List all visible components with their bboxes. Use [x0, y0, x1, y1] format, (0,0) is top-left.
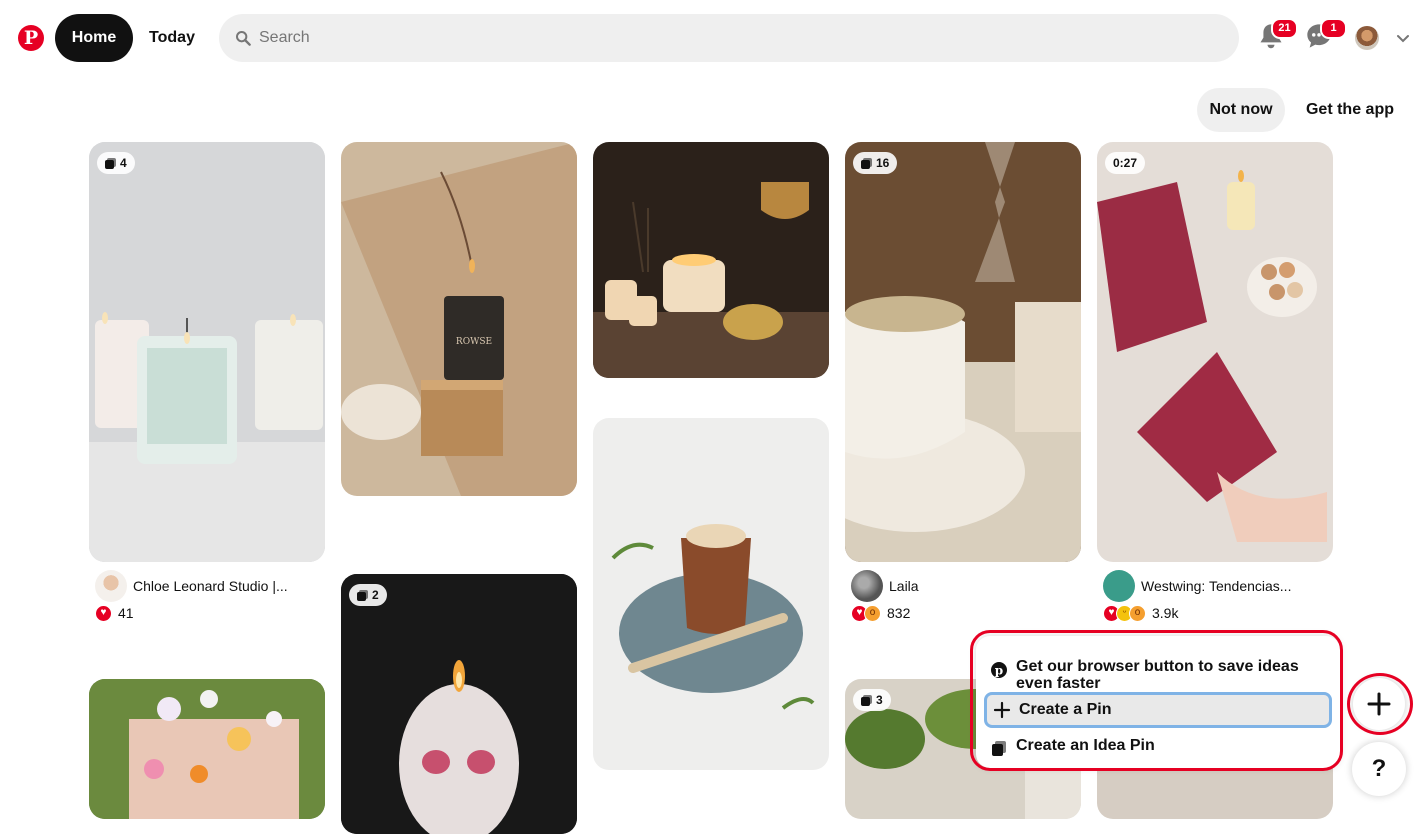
reaction-count: 3.9k [1152, 605, 1179, 621]
pin-badge-text: 2 [372, 588, 379, 602]
create-button[interactable] [1353, 678, 1405, 730]
profile-avatar[interactable] [1355, 26, 1379, 50]
video-duration-badge: 0:27 [1105, 152, 1146, 174]
search-icon [236, 31, 251, 46]
pin-badge-text: 0:27 [1113, 156, 1138, 170]
heart-reaction-icon: ♥ [95, 604, 112, 622]
help-button[interactable]: ? [1352, 742, 1406, 796]
pin-badge-text: 3 [876, 693, 883, 707]
author-name[interactable]: Laila [889, 578, 919, 594]
reaction-count: 832 [887, 605, 911, 621]
wow-reaction-icon: o [864, 604, 881, 622]
pin-count-badge: 4 [97, 152, 135, 174]
pin-card[interactable]: ROWSE [341, 142, 577, 496]
author-avatar[interactable] [95, 570, 127, 602]
author-name[interactable]: Chloe Leonard Studio |... [133, 578, 288, 594]
pin-count-badge: 2 [349, 584, 387, 606]
pin-image [593, 142, 829, 378]
messages-badge: 1 [1320, 18, 1347, 39]
create-pin-label: Create a Pin [1019, 701, 1112, 718]
top-nav-bar: P Home Today 21 1 [0, 0, 1423, 76]
pin-card[interactable]: 2 [341, 574, 577, 834]
pinterest-icon: p [991, 662, 1007, 678]
multi-image-icon [861, 157, 872, 169]
pin-card[interactable] [593, 418, 829, 770]
pin-badge-text: 4 [120, 156, 127, 170]
pin-card[interactable]: 16 [845, 142, 1081, 562]
reactions: ♥ ᵕ o 3.9k [1103, 604, 1178, 622]
chevron-down-icon[interactable] [1395, 30, 1411, 46]
multi-image-icon [105, 157, 116, 169]
create-menu: p Get our browser button to save ideas e… [976, 636, 1340, 768]
pin-count-badge: 3 [853, 689, 891, 711]
pinterest-logo-icon[interactable]: P [18, 25, 44, 51]
home-button[interactable]: Home [55, 14, 133, 62]
plus-icon [993, 701, 1011, 719]
search-input[interactable] [259, 14, 1219, 62]
reactions: ♥ o 832 [851, 604, 910, 622]
author-avatar[interactable] [1103, 570, 1135, 602]
get-the-app-button[interactable]: Get the app [1295, 88, 1405, 132]
pin-image [593, 418, 829, 770]
svg-text:p: p [995, 664, 1003, 678]
pin-card[interactable]: 0:27 [1097, 142, 1333, 562]
multi-image-icon [357, 589, 368, 601]
pin-card[interactable] [89, 679, 325, 819]
author-name[interactable]: Westwing: Tendencias... [1141, 578, 1291, 594]
pin-image [1097, 142, 1333, 562]
pin-image [845, 142, 1081, 562]
wow-reaction-icon: o [1129, 604, 1146, 622]
pin-count-badge: 16 [853, 152, 898, 174]
browser-button-item[interactable]: p Get our browser button to save ideas e… [984, 658, 1332, 692]
search-bar[interactable] [219, 14, 1239, 62]
plus-icon [1367, 692, 1391, 716]
not-now-button[interactable]: Not now [1197, 88, 1285, 132]
pin-badge-text: 16 [876, 156, 890, 170]
notifications-badge: 21 [1271, 18, 1298, 39]
browser-button-label: Get our browser button to save ideas eve… [1016, 658, 1299, 692]
svg-text:ROWSE: ROWSE [456, 337, 492, 347]
create-pin-item[interactable]: Create a Pin [984, 692, 1332, 728]
today-button[interactable]: Today [138, 14, 206, 62]
reactions: ♥ 41 [95, 604, 134, 622]
multi-image-icon [861, 694, 872, 706]
create-idea-pin-label: Create an Idea Pin [1016, 737, 1155, 754]
idea-pin-icon [992, 741, 1006, 756]
pin-card[interactable]: 4 [89, 142, 325, 562]
pin-image [89, 142, 325, 562]
author-avatar[interactable] [851, 570, 883, 602]
create-idea-pin-item[interactable]: Create an Idea Pin [984, 736, 1332, 757]
pin-image [89, 679, 325, 819]
pin-image: ROWSE [341, 142, 577, 496]
reaction-count: 41 [118, 605, 134, 621]
pin-card[interactable] [593, 142, 829, 378]
pin-image [341, 574, 577, 834]
